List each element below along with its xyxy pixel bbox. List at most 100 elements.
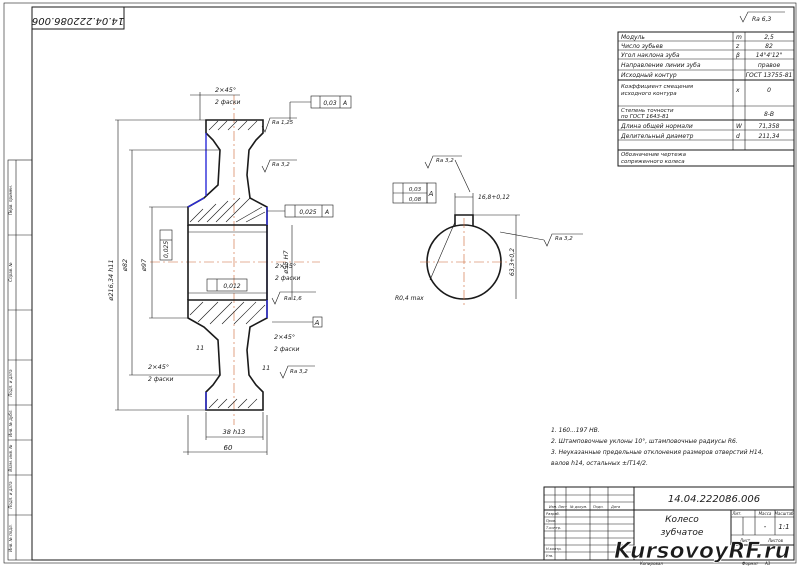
- chamfer-3-count: 2 фаски: [274, 346, 299, 353]
- roughness-web: Ra 3,2: [272, 162, 290, 168]
- param-sym: d: [736, 133, 740, 140]
- lower-section: [187, 299, 268, 411]
- hatching: [189, 120, 266, 409]
- roughness-face: Ra 3,2: [290, 369, 308, 375]
- note-2: 2. Штамповочные уклоны 10°, штамповочные…: [551, 438, 738, 445]
- general-roughness: Ra 6,3: [739, 11, 785, 23]
- param-name: Обозначение чертежа: [621, 152, 687, 158]
- param-val: 82: [765, 43, 773, 50]
- param-sym: z: [735, 43, 740, 50]
- gear-section-view: A 0,03 A 0,025 A 0,012 0,025 ø216,34 h11…: [107, 86, 352, 455]
- roughness-bore: Ra 1,6: [284, 296, 302, 302]
- param-name: исходного контура: [621, 91, 677, 97]
- param-name: сопряженного колеса: [621, 159, 685, 165]
- tolerance-frame-top: 0,03 A: [289, 95, 352, 120]
- param-sym: m: [736, 34, 742, 41]
- side-label-2: Справ. №: [8, 262, 13, 281]
- part-name-line-2: зубчатое: [661, 528, 704, 538]
- param-val: 14°4'12": [756, 52, 783, 59]
- param-val: правое: [758, 62, 781, 69]
- dim-rim-width: 38 h13: [223, 428, 246, 436]
- watermark: KursovoyRF.ru: [614, 539, 791, 565]
- highlight-edges: [187, 133, 268, 410]
- dim-width: 60: [224, 444, 233, 452]
- side-label-7: Инв. № подл.: [8, 524, 13, 552]
- note-1: 1. 160...197 НВ.: [551, 427, 600, 434]
- dim-web-2: 11: [262, 364, 270, 372]
- dim-outer-diameter: ø216,34 h11: [107, 259, 115, 301]
- param-name: Модуль: [621, 34, 645, 41]
- param-sym: β: [736, 52, 740, 59]
- side-label-5: Взам. инв. №: [8, 444, 13, 471]
- tol-face-datum: A: [324, 209, 329, 216]
- tb-lit: Лит.: [731, 511, 741, 516]
- roughness-keyway: Ra 3,2: [436, 158, 454, 164]
- side-label-1: Перв. примен.: [8, 185, 13, 215]
- tolerance-frame-face: 0,025 A: [267, 204, 334, 218]
- upper-section: [187, 119, 268, 226]
- general-roughness-text: Ra 6,3: [752, 16, 771, 23]
- watermark-text: KursovoyRF.ru: [614, 539, 790, 564]
- chamfer-1: 2×45°: [215, 86, 236, 94]
- chamfer-2: 2×45°: [275, 262, 296, 270]
- chamfer-4: 2×45°: [148, 363, 169, 371]
- param-val: 71,358: [759, 123, 780, 130]
- keyway-section-view: 16,8+0,12 63,3+0,2 R0,4 max 0,03 0,08 A …: [392, 155, 583, 306]
- param-val: ГОСТ 13755-81: [746, 72, 793, 79]
- chamfer-3: 2×45°: [274, 333, 295, 341]
- param-sym: W: [736, 123, 743, 130]
- dim-keyway-radius: R0,4 max: [395, 295, 424, 302]
- param-val: 2,5: [764, 34, 774, 41]
- tb-ndoc: № докум.: [569, 505, 587, 509]
- dimension-lines: [115, 92, 293, 455]
- side-label-6: Подп. и дата: [8, 481, 13, 509]
- param-val: 0: [767, 87, 771, 94]
- datum-a-label: A: [314, 319, 320, 327]
- param-name: Направление линии зуба: [621, 62, 701, 69]
- tol-face-value: 0,025: [299, 209, 316, 216]
- part-name-line-1: Колесо: [665, 515, 699, 525]
- tb-podp: Подп.: [593, 505, 604, 509]
- tol-cyl-value: 0,012: [223, 283, 240, 290]
- tol-side-value: 0,025: [163, 241, 170, 258]
- param-name: Делительный диаметр: [620, 133, 694, 140]
- parameter-rows: Модуль m 2,5 Число зубьев z 82 Угол накл…: [620, 34, 792, 165]
- drawing-sheet: 14.04.222086.006 Перв. примен. Справ. № …: [3, 2, 797, 566]
- tb-prov: Пров.: [546, 519, 556, 523]
- chamfer-1-count: 2 фаски: [215, 99, 240, 106]
- tb-list: Лист: [557, 505, 568, 509]
- param-name: Коэффициент смещения: [621, 84, 694, 90]
- tb-tkontr: Т.контр.: [546, 526, 561, 530]
- dim-web-diameter: ø97: [140, 258, 148, 272]
- tolerance-frame-cyl: 0,012: [206, 278, 248, 292]
- tb-nkontr: Н.контр.: [546, 547, 562, 551]
- param-name: Число зубьев: [621, 43, 663, 50]
- tb-data: Дата: [610, 505, 620, 509]
- param-name: Угол наклона зуба: [621, 52, 680, 59]
- tol-runout-datum: A: [342, 100, 347, 107]
- tol-runout-value: 0,03: [323, 100, 337, 107]
- tb-scale-value: 1:1: [778, 523, 789, 531]
- dim-keyway-width: 16,8+0,12: [478, 194, 510, 201]
- keyway-symmetry: 0,08: [409, 197, 422, 203]
- note-3: 3. Неуказанные предельные отклонения раз…: [551, 449, 764, 456]
- keyway-datum: A: [428, 190, 434, 198]
- note-4: валов h14, остальных ±IT14/2.: [551, 460, 648, 467]
- tb-utv: Утв.: [546, 554, 553, 558]
- param-name: Длина общей нормали: [620, 123, 693, 130]
- roughness-tooth: Ra 1,25: [272, 120, 294, 126]
- tb-scale: Масштаб: [774, 511, 794, 516]
- keyway-parallel: 0,03: [409, 187, 422, 193]
- param-sym: x: [735, 87, 740, 94]
- tb-mass-value: -: [764, 523, 767, 531]
- tb-razrab: Разраб.: [546, 512, 560, 516]
- dim-keyway-depth: 63,3+0,2: [509, 248, 516, 276]
- roughness-keyway-2: Ra 3,2: [555, 236, 573, 242]
- technical-notes: 1. 160...197 НВ. 2. Штамповочные уклоны …: [551, 427, 764, 467]
- chamfer-2-count: 2 фаски: [275, 275, 300, 282]
- tb-mass: Масса: [759, 511, 772, 516]
- param-val: 8-В: [764, 111, 774, 118]
- param-name: по ГОСТ 1643-81: [621, 114, 669, 120]
- side-label-3: Подп. и дата: [8, 369, 13, 397]
- tolerance-frame-side: 0,025: [159, 229, 173, 261]
